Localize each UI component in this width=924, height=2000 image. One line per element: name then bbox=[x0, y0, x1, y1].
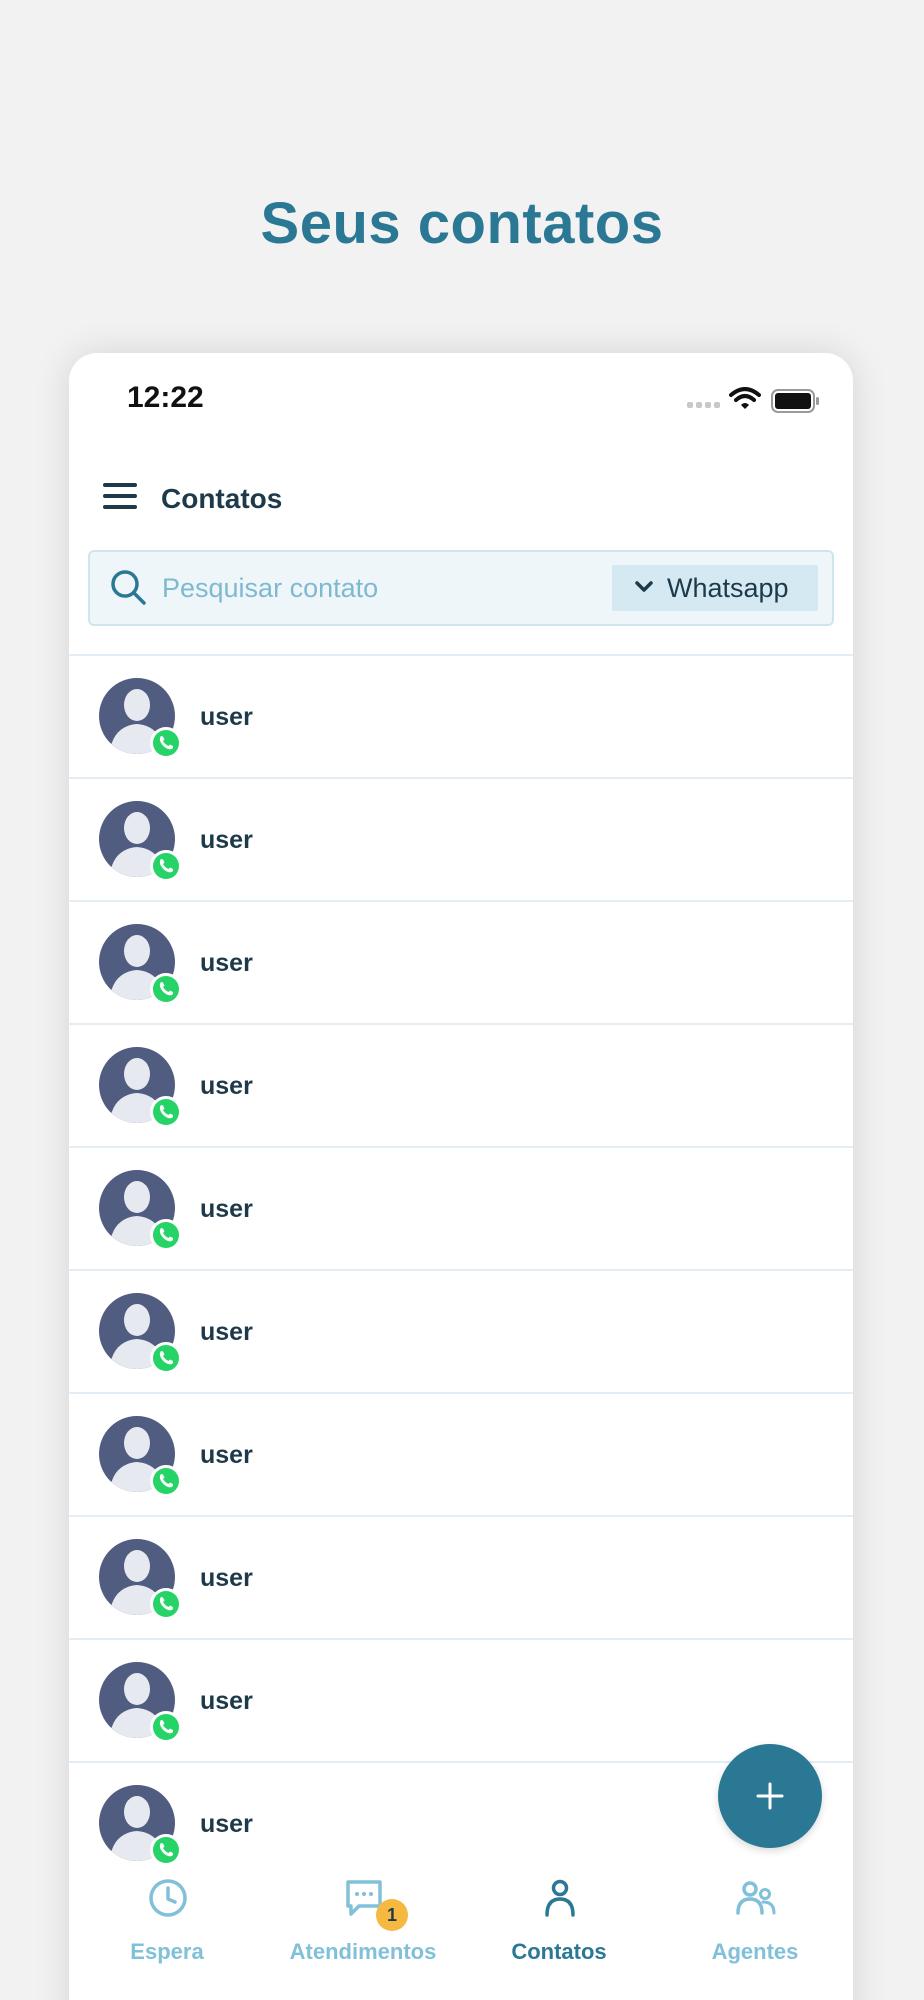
whatsapp-icon bbox=[150, 1711, 182, 1743]
battery-icon bbox=[771, 389, 819, 413]
search-icon bbox=[111, 570, 146, 605]
contact-list: user user user user user user user user user user bbox=[69, 654, 853, 1886]
phone-screen: 12:22 Contatos Pesquisar contato Whatsap… bbox=[69, 353, 853, 2000]
promo-headline: Seus contatos bbox=[260, 191, 664, 256]
contact-list-item[interactable]: user bbox=[69, 1517, 853, 1640]
nav-label: Contatos bbox=[511, 1939, 607, 1964]
cellular-signal-icon bbox=[687, 402, 720, 408]
whatsapp-icon bbox=[150, 727, 182, 759]
nav-label: Agentes bbox=[711, 1939, 799, 1964]
status-time: 12:22 bbox=[127, 381, 204, 414]
whatsapp-icon bbox=[150, 1588, 182, 1620]
wifi-icon bbox=[729, 387, 761, 409]
hamburger-menu-icon[interactable] bbox=[103, 483, 139, 513]
contact-name: user bbox=[200, 1810, 253, 1838]
channel-filter-dropdown[interactable]: Whatsapp bbox=[612, 565, 818, 611]
contact-name: user bbox=[200, 826, 253, 854]
contact-list-item[interactable]: user bbox=[69, 1271, 853, 1394]
whatsapp-icon bbox=[150, 1342, 182, 1374]
nav-tab-atendimentos[interactable]: 1 Atendimentos bbox=[265, 1863, 461, 1973]
search-bar: Whatsapp bbox=[88, 550, 834, 626]
clock-icon bbox=[149, 1879, 187, 1917]
contact-name: user bbox=[200, 949, 253, 977]
contact-list-item[interactable]: user bbox=[69, 779, 853, 902]
contact-name: user bbox=[200, 1687, 253, 1715]
add-contact-button[interactable] bbox=[718, 1744, 822, 1848]
search-input[interactable] bbox=[162, 566, 562, 610]
bottom-navigation: Espera 1 Atendimentos Contatos Agentes bbox=[69, 1863, 853, 2000]
contact-list-item[interactable]: user bbox=[69, 656, 853, 779]
channel-filter-label: Whatsapp bbox=[667, 573, 789, 603]
plus-icon bbox=[756, 1782, 784, 1810]
contact-name: user bbox=[200, 1195, 253, 1223]
notification-badge: 1 bbox=[376, 1899, 408, 1931]
contact-name: user bbox=[200, 1441, 253, 1469]
page-title: Contatos bbox=[161, 483, 283, 514]
contact-name: user bbox=[200, 1318, 253, 1346]
contact-name: user bbox=[200, 1072, 253, 1100]
nav-label: Espera bbox=[130, 1939, 204, 1964]
people-icon bbox=[736, 1881, 776, 1915]
nav-label: Atendimentos bbox=[289, 1939, 437, 1964]
contact-list-item[interactable]: user bbox=[69, 902, 853, 1025]
whatsapp-icon bbox=[150, 1465, 182, 1497]
contact-list-item[interactable]: user bbox=[69, 1394, 853, 1517]
nav-tab-agentes[interactable]: Agentes bbox=[657, 1863, 853, 1973]
nav-tab-espera[interactable]: Espera bbox=[69, 1863, 265, 1973]
nav-tab-contatos[interactable]: Contatos bbox=[461, 1863, 657, 1973]
contact-list-item[interactable]: user bbox=[69, 1640, 853, 1763]
contact-list-item[interactable]: user bbox=[69, 1025, 853, 1148]
contact-name: user bbox=[200, 703, 253, 731]
whatsapp-icon bbox=[150, 1096, 182, 1128]
status-bar: 12:22 bbox=[69, 353, 853, 443]
contact-list-item[interactable]: user bbox=[69, 1148, 853, 1271]
whatsapp-icon bbox=[150, 850, 182, 882]
chevron-down-icon bbox=[635, 581, 653, 592]
person-icon bbox=[545, 1879, 575, 1917]
whatsapp-icon bbox=[150, 973, 182, 1005]
app-header: Contatos bbox=[69, 463, 853, 533]
whatsapp-icon bbox=[150, 1219, 182, 1251]
contact-name: user bbox=[200, 1564, 253, 1592]
whatsapp-icon bbox=[150, 1834, 182, 1866]
